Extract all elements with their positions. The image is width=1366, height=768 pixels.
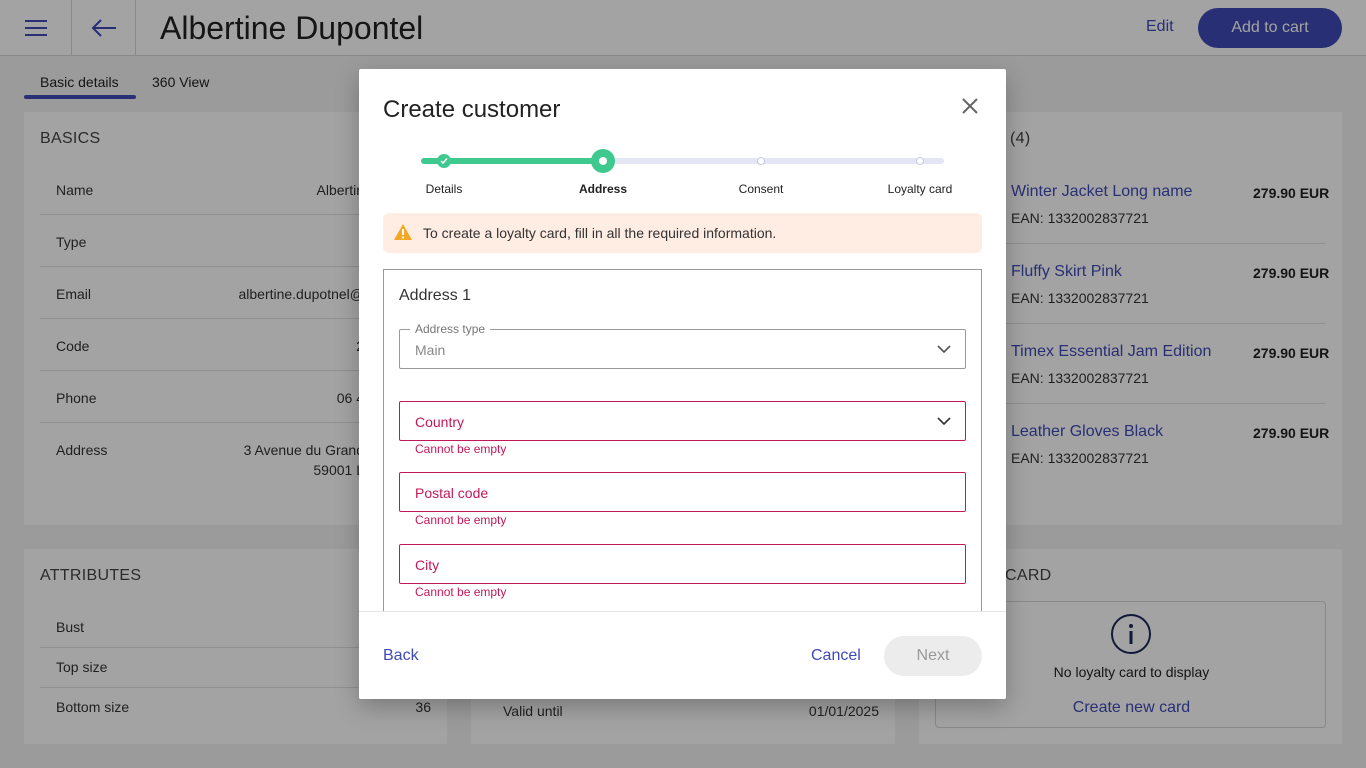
city-field[interactable]: City [399, 544, 966, 584]
warning-text: To create a loyalty card, fill in all th… [423, 225, 777, 241]
step-label-details: Details [425, 182, 463, 196]
step-label-address: Address [578, 182, 628, 196]
back-button[interactable]: Back [383, 647, 419, 665]
postal-code-error: Cannot be empty [415, 513, 507, 527]
address-type-legend: Address type [410, 322, 491, 336]
country-select[interactable]: Country [399, 401, 966, 441]
check-icon [440, 158, 448, 165]
postal-code-field[interactable]: Postal code [399, 472, 966, 512]
country-error: Cannot be empty [415, 442, 507, 456]
step-dot-address [591, 149, 615, 173]
chevron-down-icon [937, 345, 951, 354]
city-placeholder: City [415, 557, 440, 573]
country-placeholder: Country [415, 414, 465, 430]
address-type-select[interactable]: Address type Main [399, 322, 966, 369]
chevron-down-icon [937, 417, 951, 426]
dialog-footer: Back Cancel Next [359, 611, 1006, 699]
step-dot-loyalty-card [916, 157, 924, 165]
address-section: Address 1 Address type Main Country Cann… [383, 269, 982, 629]
postal-code-placeholder: Postal code [415, 485, 489, 501]
close-icon[interactable] [959, 95, 981, 117]
step-dot-details [437, 154, 451, 168]
warning-banner: To create a loyalty card, fill in all th… [383, 213, 982, 253]
cancel-button[interactable]: Cancel [811, 647, 861, 665]
address-type-value: Main [415, 342, 446, 358]
address-title: Address 1 [399, 287, 472, 304]
step-label-loyalty-card: Loyalty card [887, 182, 953, 196]
warning-icon [394, 224, 412, 240]
create-customer-dialog: Create customer Details Address Consent … [359, 69, 1006, 699]
step-dot-consent [757, 157, 765, 165]
dialog-title: Create customer [383, 96, 561, 123]
step-label-consent: Consent [738, 182, 784, 196]
city-error: Cannot be empty [415, 585, 507, 599]
next-button[interactable]: Next [884, 636, 982, 676]
